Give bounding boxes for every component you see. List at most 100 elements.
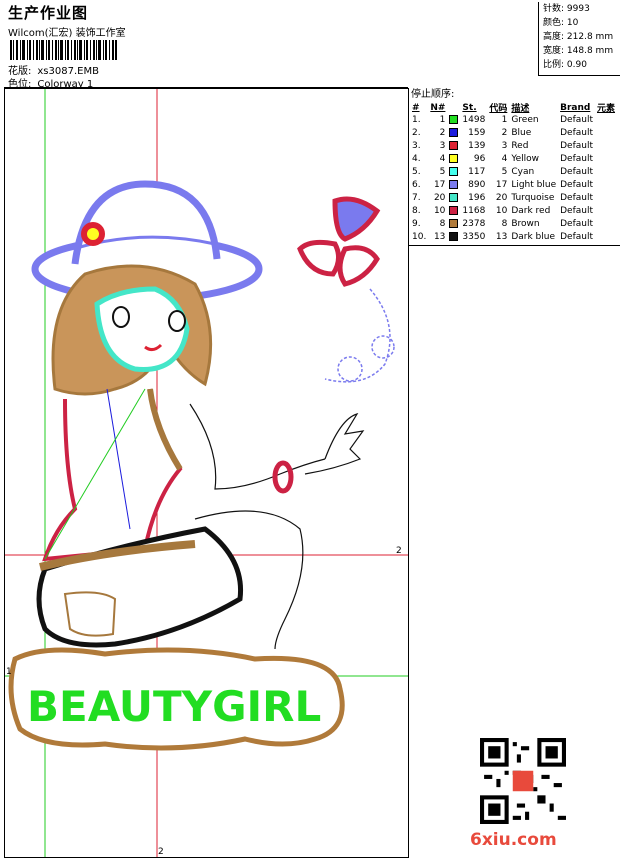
color-swatch	[449, 128, 459, 137]
stat-width: 宽度: 148.8 mm	[543, 46, 614, 56]
production-sheet: 生产作业图 Wilcom(汇宏) 装饰工作室 花版: xs3087.EMB 色位…	[0, 0, 620, 860]
qr-code	[480, 738, 566, 824]
row-needle: 20	[433, 193, 446, 203]
stat-colors: 颜色: 10	[543, 18, 579, 28]
row-stitches: 3350	[462, 232, 486, 242]
col-swatch	[447, 101, 460, 114]
row-index: 6.	[412, 180, 421, 190]
color-row: 4. 4 96 4 Yellow Default	[410, 153, 617, 166]
stat-height: 高度: 212.8 mm	[543, 32, 614, 42]
row-swatch	[447, 127, 460, 140]
row-element	[595, 166, 617, 179]
row-swatch	[447, 166, 460, 179]
body	[42, 388, 183, 562]
color-row: 10. 13 3350 13 Dark blue Default	[410, 231, 617, 244]
row-brand: Default	[560, 167, 593, 177]
row-swatch	[447, 218, 460, 231]
right-eye	[168, 310, 186, 332]
axis-label-h-right: 2	[396, 546, 402, 556]
row-desc: Blue	[511, 128, 532, 138]
row-desc: Light blue	[511, 180, 557, 190]
row-element	[595, 127, 617, 140]
stats-box: 针数: 9993 颜色: 10 高度: 212.8 mm 宽度: 148.8 m…	[538, 2, 620, 76]
row-brand: Default	[560, 219, 593, 229]
row-stitches: 1498	[462, 115, 486, 125]
row-index: 9.	[412, 219, 421, 229]
row-code: 10	[495, 206, 508, 216]
row-swatch	[447, 153, 460, 166]
col-brand: Brand	[560, 102, 591, 113]
row-needle: 17	[433, 180, 446, 190]
row-element	[595, 114, 617, 127]
arm	[189, 403, 326, 490]
left-eye	[112, 306, 130, 328]
color-row: 9. 8 2378 8 Brown Default	[410, 218, 617, 231]
color-swatch	[449, 167, 459, 176]
row-needle: 13	[433, 232, 446, 242]
row-desc: Brown	[511, 219, 540, 229]
embroidery-preview: BEAUTYGIRL	[5, 89, 408, 857]
row-brand: Default	[560, 232, 593, 242]
pocket	[63, 591, 117, 637]
col-index: #	[412, 102, 420, 113]
col-element: 元素	[597, 104, 616, 114]
row-element	[595, 153, 617, 166]
barcode	[10, 40, 117, 60]
color-row: 3. 3 139 3 Red Default	[410, 140, 617, 153]
row-desc: Red	[511, 141, 529, 151]
company-name: Wilcom(汇宏) 装饰工作室	[8, 28, 126, 39]
row-index: 10.	[412, 232, 427, 242]
butterfly-wing-top	[332, 196, 381, 242]
row-stitches: 196	[468, 193, 486, 203]
row-code: 17	[495, 180, 508, 190]
stop-sequence-title: 停止顺序:	[411, 89, 455, 100]
color-table: # N# St. 代码 描述 Brand 元素 1. 1 1498 1 Green Def…	[410, 101, 617, 244]
color-row: 7. 20 196 20 Turquoise Default	[410, 192, 617, 205]
row-brand: Default	[560, 141, 593, 151]
row-element	[595, 192, 617, 205]
color-row: 1. 1 1498 1 Green Default	[410, 114, 617, 127]
row-code: 5	[501, 167, 508, 177]
row-element	[595, 205, 617, 218]
color-row: 6. 17 890 17 Light blue Default	[410, 179, 617, 192]
row-needle: 5	[439, 167, 446, 177]
row-stitches: 1168	[462, 206, 486, 216]
watermark: 6xiu.com	[470, 830, 557, 850]
row-index: 8.	[412, 206, 421, 216]
row-index: 3.	[412, 141, 421, 151]
col-stitches: St.	[462, 102, 477, 113]
row-element	[595, 140, 617, 153]
row-needle: 4	[439, 154, 446, 164]
stat-scale: 比例: 0.90	[543, 60, 587, 70]
col-needle: N#	[430, 102, 446, 113]
color-swatch	[449, 219, 459, 228]
row-brand: Default	[560, 193, 593, 203]
axis-label-h-left: 1	[6, 667, 12, 677]
row-needle: 10	[433, 206, 446, 216]
row-stitches: 139	[468, 141, 486, 151]
hat-flower	[81, 222, 105, 246]
row-element	[595, 179, 617, 192]
color-swatch	[449, 141, 459, 150]
row-swatch	[447, 205, 460, 218]
axis-label-v-bottom: 2	[158, 847, 164, 857]
row-needle: 1	[439, 115, 446, 125]
row-needle: 8	[439, 219, 446, 229]
row-code: 4	[501, 154, 508, 164]
color-swatch	[449, 232, 459, 241]
color-row: 2. 2 159 2 Blue Default	[410, 127, 617, 140]
row-brand: Default	[560, 154, 593, 164]
text-art-label: BEAUTYGIRL	[27, 682, 321, 731]
col-desc: 描述	[511, 104, 530, 114]
col-code: 代码	[489, 104, 508, 114]
color-swatch	[449, 193, 459, 202]
row-swatch	[447, 140, 460, 153]
row-desc: Dark red	[511, 206, 551, 216]
row-swatch	[447, 114, 460, 127]
page-title: 生产作业图	[8, 4, 89, 22]
row-stitches: 2378	[462, 219, 486, 229]
color-table-header: # N# St. 代码 描述 Brand 元素	[410, 101, 617, 115]
row-code: 1	[501, 115, 508, 125]
butterfly-wing-left	[297, 239, 341, 277]
hand	[304, 412, 365, 475]
